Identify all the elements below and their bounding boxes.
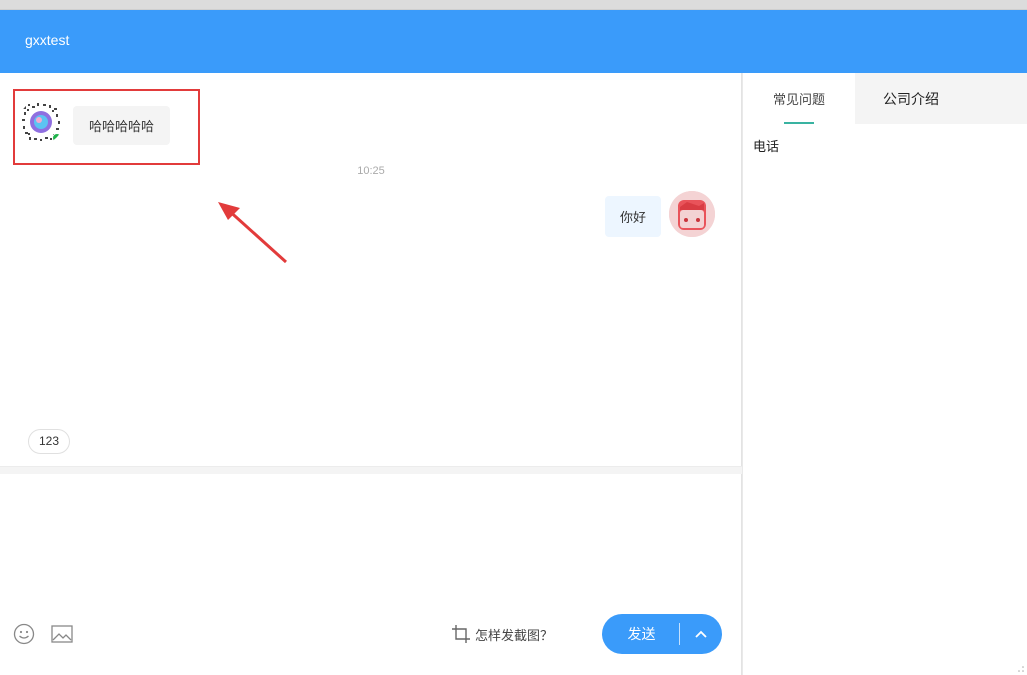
outgoing-message: 你好 — [604, 191, 715, 237]
tab-faq[interactable]: 常见问题 — [743, 73, 855, 124]
chat-header: gxxtest — [0, 10, 1027, 73]
chat-panel: 哈哈哈哈哈 10:25 你好 123 怎样发截图？ 发送 — [0, 73, 742, 675]
annotation-arrow-icon — [218, 202, 288, 264]
resize-grip-icon[interactable] — [1017, 665, 1025, 673]
input-divider — [0, 466, 742, 474]
message-timestamp: 10:25 — [357, 165, 385, 177]
smiley-icon[interactable] — [12, 623, 36, 645]
side-tabs: 常见问题 公司介绍 — [743, 73, 1027, 124]
send-button[interactable]: 发送 — [602, 614, 679, 654]
chat-title: gxxtest — [25, 32, 70, 48]
outgoing-message-bubble: 你好 — [604, 196, 661, 237]
quick-reply-chip[interactable]: 123 — [28, 429, 71, 454]
window-top-strip — [0, 0, 1027, 10]
faq-content: 电话 — [743, 124, 1027, 167]
send-button-group: 发送 — [602, 614, 722, 654]
side-panel: 常见问题 公司介绍 电话 — [743, 73, 1027, 675]
agent-avatar — [669, 191, 715, 237]
annotation-highlight-box — [13, 89, 200, 165]
input-toolbar — [12, 623, 74, 645]
robot-face-icon — [669, 191, 715, 237]
tab-company-intro[interactable]: 公司介绍 — [855, 73, 967, 124]
chevron-up-icon — [695, 630, 707, 638]
crop-icon — [452, 625, 470, 643]
screenshot-help-link[interactable]: 怎样发截图？ — [451, 624, 553, 644]
faq-item[interactable]: 电话 — [753, 136, 1017, 155]
image-icon[interactable] — [50, 623, 74, 645]
screenshot-help-label: 怎样发截图？ — [475, 627, 554, 643]
send-options-button[interactable] — [680, 614, 722, 654]
